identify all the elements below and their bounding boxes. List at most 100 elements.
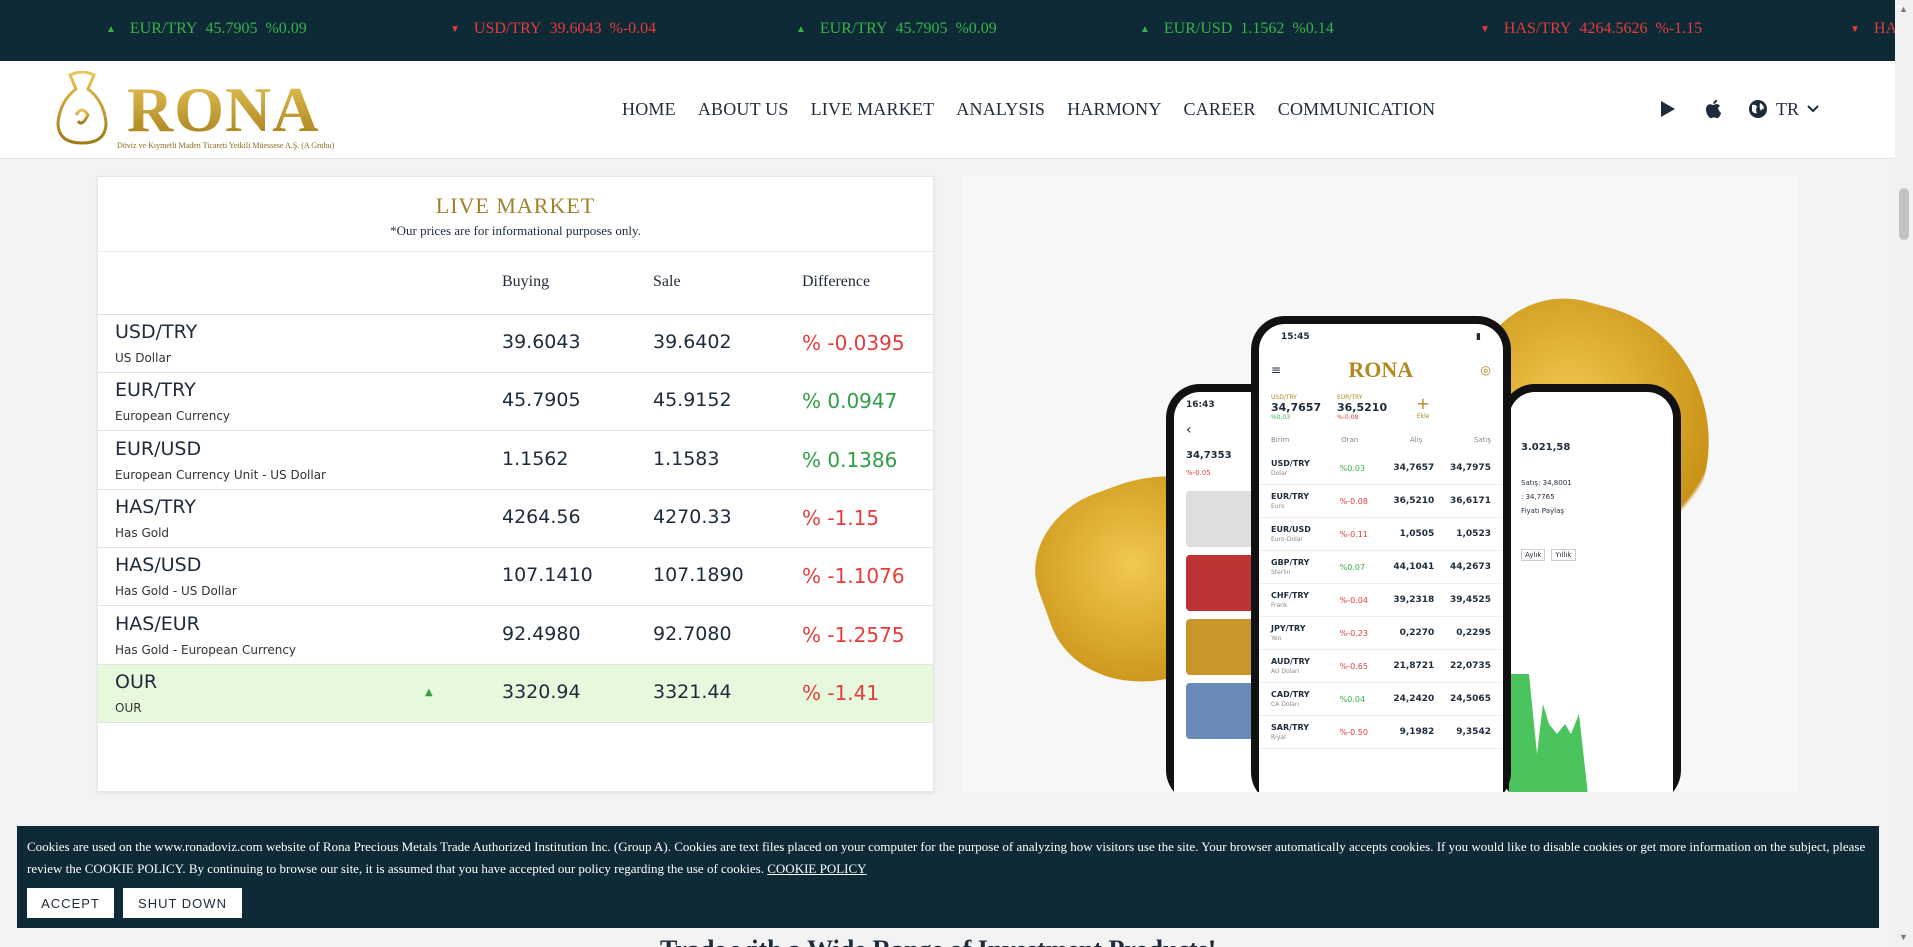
mini-price-chart [1509,674,1588,792]
chart-tabs: Aylık Yıllık [1509,515,1673,561]
ticker-price: 45.7905 [205,20,258,37]
ticker-pair: EUR/TRY [129,20,198,37]
row-difference: % -1.1076 [802,564,905,589]
cookie-policy-link[interactable]: COOKIE POLICY [767,861,866,876]
row-difference: % -1.15 [802,505,880,530]
ticker-price: 45.7905 [895,20,948,37]
ticker-pair: USD/TRY [473,20,542,37]
accept-cookies-button[interactable]: ACCEPT [27,888,114,918]
site-header: RONA Döviz ve Kıymetli Maden Ticareti Ye… [0,61,1895,159]
row-buying: 92.4980 [502,622,581,645]
app-table-header: Birim Oran Alış Satış [1271,436,1491,444]
triangle-up-icon: ▲ [425,686,433,698]
row-sale: 92.7080 [653,622,732,645]
logo-wordmark: RONA [127,74,320,145]
nav-career[interactable]: CAREER [1184,99,1256,120]
ticker-price: 39.6043 [549,20,602,37]
ticker-item: ▲ EUR/TRY 45.7905 %0.09 [106,20,307,38]
shut-down-cookies-button[interactable]: SHUT DOWN [123,888,242,918]
row-difference: % 0.0947 [802,389,898,414]
page-scrollbar[interactable]: ▲ ▼ [1895,0,1913,947]
cookie-banner: Cookies are used on the www.ronadoviz.co… [17,826,1879,928]
row-name: Has Gold - US Dollar [115,584,237,599]
market-row[interactable]: EUR/TRY European Currency 45.7905 45.9152 % … [98,373,933,432]
row-name: US Dollar [115,351,171,365]
section-heading: Trade with a Wide Range of Investment Pr… [660,935,1216,947]
row-symbol: HAS/EUR [115,612,200,635]
row-name: Has Gold - European Currency [115,642,297,657]
row-symbol: USD/TRY [115,321,198,343]
market-row[interactable]: OUR OUR ▲ 3320.94 3321.44 % -1.41 [98,664,933,723]
nav-harmony[interactable]: HARMONY [1067,99,1161,120]
nav-live-market[interactable]: LIVE MARKET [811,99,935,120]
play-store-icon[interactable] [1656,97,1680,121]
ticker-item: ▼ HAS [1850,20,1895,38]
tab-monthly: Aylık [1521,549,1546,561]
row-buying: 3320.94 [502,680,581,703]
app-rate-row: JPY/TRY Yen %-0.23 0,2270 0,2295 [1259,617,1503,650]
row-buying: 45.7905 [502,389,581,412]
row-buying: 107.1410 [502,564,593,587]
app-rate-row: AUD/TRY AU Doları %-0.65 21,8721 22,0735 [1259,650,1503,683]
app-rate-row: EUR/TRY Euro %-0.08 36,5210 36,6171 [1259,485,1503,518]
market-row[interactable]: HAS/USD Has Gold - US Dollar 107.1410 107.1… [98,548,933,607]
ticker-item: ▲ EUR/TRY 45.7905 %0.09 [796,20,997,38]
ticker-pair: EUR/USD [1163,20,1233,37]
triangle-up-icon: ▲ [796,23,806,35]
scroll-up-icon[interactable]: ▲ [1899,4,1908,14]
nav-home[interactable]: HOME [622,99,676,120]
row-buying: 1.1562 [502,447,569,470]
row-sale: 107.1890 [653,564,744,587]
market-row[interactable]: USD/TRY US Dollar 39.6043 39.6402 % -0.0395 [98,315,933,373]
logo-subtitle: Döviz ve Kıymetli Maden Ticareti Yetkili… [117,141,335,150]
row-difference: % -1.41 [802,680,880,705]
header-actions: TR [1656,97,1819,121]
row-sale: 3321.44 [653,680,732,703]
scroll-thumb[interactable] [1899,188,1909,240]
row-name: European Currency Unit - US Dollar [115,467,326,482]
row-sale: 4270.33 [653,505,732,528]
row-symbol: EUR/TRY [115,379,196,402]
informational-note: *Our prices are for informational purpos… [390,223,641,238]
nav-communication[interactable]: COMMUNICATION [1278,99,1436,120]
app-globe-icon: ◎ [1480,363,1491,377]
market-row[interactable]: EUR/USD European Currency Unit - US Dolla… [98,432,933,490]
apple-icon[interactable] [1702,97,1726,121]
triangle-up-icon: ▲ [106,23,116,35]
market-row[interactable]: HAS/TRY Has Gold 4264.56 4270.33 % -1.15 [98,490,933,548]
phone-right-buy: : 34,7765 [1521,493,1555,501]
row-symbol: EUR/USD [115,437,202,460]
triangle-down-icon: ▼ [1480,23,1490,35]
nav-analysis[interactable]: ANALYSIS [956,99,1045,120]
scroll-down-icon[interactable]: ▼ [1899,932,1908,942]
nav-about-us[interactable]: ABOUT US [698,99,789,120]
app-rate-row: SAR/TRY Riyal %-0.50 9,1982 9,3542 [1259,716,1503,749]
price-ticker: ▲ EUR/TRY 45.7905 %0.09 ▼ USD/TRY 39.6043 %-0.0… [0,0,1895,61]
row-symbol: HAS/TRY [115,495,196,518]
live-market-card: LIVE MARKET *Our prices are for informat… [97,176,934,792]
rona-logo[interactable]: RONA Döviz ve Kıymetli Maden Ticareti Ye… [52,67,342,151]
ticker-pair: HAS/TRY [1503,20,1572,37]
phone-center-time: 15:45 [1281,332,1310,342]
app-rate-row: USD/TRY Dolar %0.03 34,7657 34,7975 [1259,452,1503,485]
row-symbol: OUR [115,670,158,693]
triangle-down-icon: ▼ [450,23,460,35]
row-buying: 39.6043 [502,331,581,353]
triangle-down-icon: ▼ [1850,23,1860,35]
ticker-change: %0.09 [265,20,307,37]
app-rate-row: GBP/TRY Sterlin %0.07 44,1041 44,2673 [1259,551,1503,584]
phone-center: 15:45 ▮ ≡ RONA ◎ USD/TRY 34,7657 %0.03 E… [1251,316,1511,792]
tab-yearly: Yıllık [1551,549,1576,561]
ticker-pair: HAS [1873,20,1895,37]
language-selector[interactable]: TR [1748,99,1819,120]
share-price-link: Fiyatı Paylaş [1521,507,1565,515]
market-row[interactable]: HAS/EUR Has Gold - European Currency 92.49… [98,607,933,665]
row-name: Has Gold [115,525,170,540]
phone-right: 3.021,58 Satış: 34,8001 : 34,7765 Fiyatı… [1501,384,1681,792]
app-rate-row: CAD/TRY CA Doları %0.04 24,2420 24,5065 [1259,683,1503,716]
ticker-change: %0.14 [1292,20,1334,37]
language-label: TR [1776,98,1800,119]
app-card-eur: EUR/TRY 36,5210 %-0.08 [1337,394,1388,421]
ticker-pair: EUR/TRY [819,20,888,37]
ticker-change: %0.09 [955,20,997,37]
